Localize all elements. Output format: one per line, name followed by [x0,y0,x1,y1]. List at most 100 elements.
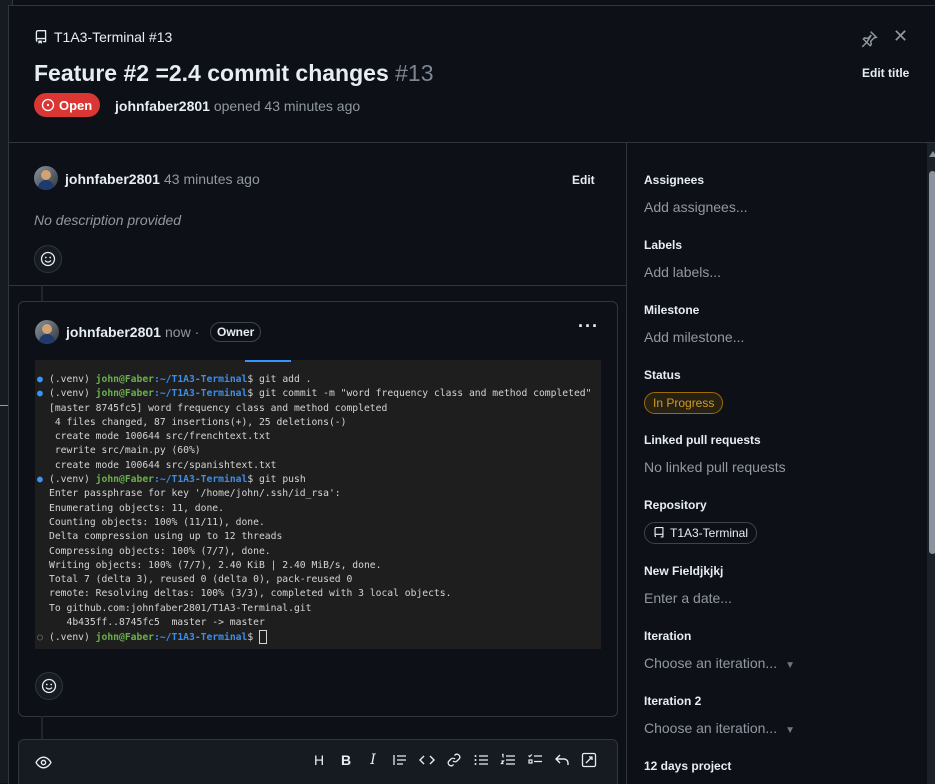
code-icon[interactable] [417,750,437,770]
command-text: git push [253,474,306,486]
terminal-cursor [259,630,268,645]
link-icon[interactable] [444,750,464,770]
sidebar-12-days-project: 12 days project [644,759,914,773]
prompt-user: john@Faber [95,374,154,385]
terminal-line: 4 files changed, 87 insertions(+), 25 de… [37,416,591,430]
status-badge-open: Open [34,93,101,117]
output-text: Enumerating objects: 11, done. [49,502,224,514]
command-status-dot-icon: ● [37,474,43,486]
add-labels-button[interactable]: Add labels... [644,264,914,280]
status-pill[interactable]: In Progress [644,392,724,414]
kebab-menu-icon[interactable]: ··· [578,316,599,337]
scrollbar-thumb[interactable] [929,171,935,554]
issue-title: Feature #2 =2.4 commit changes #13 [34,60,434,87]
iteration-2-select-text: Choose an iteration... [644,720,778,736]
terminal-line: Enter passphrase for key '/home/john/.ss… [37,487,591,501]
repo-issue-link[interactable]: T1A3-Terminal #13 [34,29,172,45]
terminal-line: Compressing objects: 100% (7/7), done. [37,545,591,559]
prompt-path: :~/T1A3-Terminal [154,632,248,644]
italic-button[interactable]: I [363,750,383,770]
output-text: rewrite src/main.py (60%) [49,445,201,457]
add-milestone-button[interactable]: Add milestone... [644,329,914,345]
terminal-screenshot: ● (.venv) john@Faber:~/T1A3-Terminal$ git… [35,360,601,649]
comment-author[interactable]: johnfaber2801 [65,171,160,187]
output-text: create mode 100644 src/spanishtext.txt [49,459,277,471]
sidebar-assignees: Assignees Add assignees... [644,173,914,215]
terminal-line: Delta compression using up to 12 threads [37,530,591,544]
terminal-line: create mode 100644 src/frenchtext.txt [37,430,591,444]
task-list-icon[interactable] [525,750,545,770]
terminal-line: 4b435ff..8745fc5 master -> master [37,616,591,630]
iteration-label: Iteration [644,629,692,643]
sidebar-status: Status In Progress [644,368,914,414]
terminal-line: To github.com:johnfaber2801/T1A3-Termina… [37,602,591,616]
eye-icon[interactable] [35,754,52,771]
timeline-connector [41,716,43,739]
command-text: git commit -m "word frequency class and … [253,388,592,400]
repository-label: Repository [644,498,707,512]
comment-time-text[interactable]: now [165,324,191,340]
bulleted-list-icon[interactable] [471,750,491,770]
bold-button[interactable]: B [336,750,356,770]
edit-comment-button[interactable]: Edit [572,173,595,187]
close-icon[interactable]: ✕ [893,26,908,47]
avatar[interactable] [35,320,59,344]
comment-author[interactable]: johnfaber2801 [66,324,161,340]
comment-time: now · [165,324,199,340]
repository-name: T1A3-Terminal [670,526,749,540]
numbered-list-icon[interactable] [498,750,518,770]
12-days-project-label: 12 days project [644,759,732,773]
undo-icon[interactable] [552,750,572,770]
output-text: create mode 100644 src/frenchtext.txt [49,431,271,443]
iteration-2-select[interactable]: Choose an iteration... ▼ [644,720,914,736]
output-text: Delta compression using up to 12 threads [49,531,283,543]
status-badge-label: Open [59,97,93,113]
add-reaction-button[interactable] [35,672,63,700]
terminal-line: rewrite src/main.py (60%) [37,444,591,458]
opened-info: johnfaber2801 opened 43 minutes ago [115,98,360,114]
iteration-select[interactable]: Choose an iteration... ▼ [644,655,914,671]
terminal-output: ● (.venv) john@Faber:~/T1A3-Terminal$ git… [37,373,591,646]
issue-number: #13 [395,60,434,86]
date-field[interactable]: Enter a date... [644,590,914,606]
chevron-down-icon: ▼ [785,725,795,736]
sidebar-iteration-2: Iteration 2 Choose an iteration... ▼ [644,694,914,736]
linked-prs-value[interactable]: No linked pull requests [644,459,914,475]
output-text: 4 files changed, 87 insertions(+), 25 de… [49,416,347,428]
terminal-line: ● (.venv) john@Faber:~/T1A3-Terminal$ git… [37,473,591,487]
terminal-line: ○ (.venv) john@Faber:~/T1A3-Terminal$ [37,630,591,645]
issue-side-panel: T1A3-Terminal #13 Feature #2 =2.4 commit… [8,5,935,784]
add-assignees-button[interactable]: Add assignees... [644,199,914,215]
fullscreen-icon[interactable] [579,750,599,770]
heading-button[interactable]: H [309,750,329,770]
repository-pill[interactable]: T1A3-Terminal [644,522,758,544]
sidebar-iteration: Iteration Choose an iteration... ▼ [644,629,914,671]
issue-description: No description provided [34,212,182,228]
comment-time[interactable]: 43 minutes ago [164,171,260,187]
prompt-user: john@Faber [95,632,154,644]
command-text: git add . [253,374,312,385]
pin-icon[interactable] [860,30,878,48]
scroll-up-icon[interactable] [929,151,935,157]
output-text: 4b435ff..8745fc5 master -> master [49,617,265,629]
avatar[interactable] [34,166,58,190]
terminal-line: remote: Resolving deltas: 100% (3/3), co… [37,587,591,601]
separator-dot: · [194,324,200,340]
timeline-comment: johnfaber2801 now · Owner ··· ● (.venv) j… [18,301,618,717]
issue-author-link[interactable]: johnfaber2801 [115,98,210,114]
timeline-connector [41,286,43,301]
terminal-line: ● (.venv) john@Faber:~/T1A3-Terminal$ git… [37,387,591,401]
venv-prefix: (.venv) [49,388,96,400]
issue-header: T1A3-Terminal #13 Feature #2 =2.4 commit… [9,6,935,143]
issue-body-comment: johnfaber2801 43 minutes ago Edit No des… [9,143,626,286]
quote-icon[interactable] [390,750,410,770]
smiley-icon [40,251,56,267]
new-field-label: New Fieldjkjkj [644,564,724,578]
command-status-dot-icon: ○ [37,632,43,644]
iteration-2-label: Iteration 2 [644,694,702,708]
issue-opened-icon [41,98,55,112]
add-reaction-button[interactable] [34,245,62,273]
italic-label: I [370,752,376,768]
status-label: Status [644,368,681,382]
edit-title-button[interactable]: Edit title [862,66,909,80]
